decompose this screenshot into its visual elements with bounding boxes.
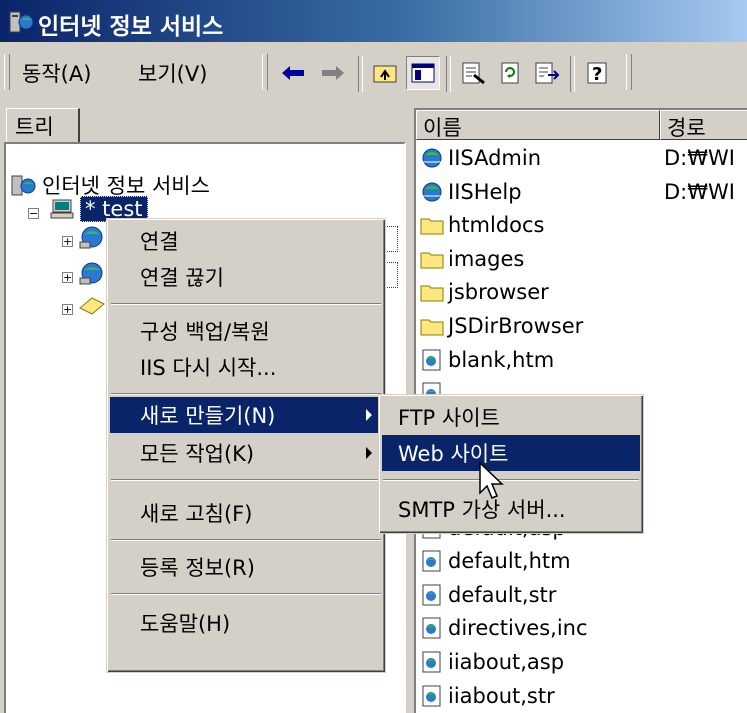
submenu-item-ftp-site[interactable]: FTP 사이트 — [382, 399, 640, 435]
submenu-arrow-icon — [366, 447, 372, 459]
toolbar-grip — [4, 54, 10, 90]
toolbar-separator — [570, 56, 575, 92]
menu-item-refresh[interactable]: 새로 고침(F) — [110, 495, 382, 531]
list-item-name: IISHelp — [448, 179, 522, 204]
export-list-icon[interactable] — [530, 56, 564, 90]
web-file-icon — [422, 550, 441, 572]
toolbar-separator — [358, 56, 363, 92]
expand-toggle[interactable]: + — [62, 304, 73, 315]
list-item-name: blank,htm — [448, 347, 555, 372]
refresh-icon[interactable] — [494, 56, 528, 90]
show-tree-icon[interactable] — [406, 56, 440, 90]
menu-separator — [111, 393, 381, 395]
menu-item-backup-restore[interactable]: 구성 백업/복원 — [110, 313, 382, 349]
list-item-name: JSDirBrowser — [448, 314, 584, 338]
computer-icon — [50, 199, 74, 219]
title-bar: 인터넷 정보 서비스 — [0, 0, 747, 42]
window-title: 인터넷 정보 서비스 — [38, 14, 224, 40]
list-item-name: default,htm — [448, 549, 571, 574]
menu-item-new-label: 새로 만들기(N) — [140, 404, 276, 428]
mouse-cursor-icon — [479, 461, 504, 499]
menu-separator — [111, 479, 381, 481]
menu-item-help[interactable]: 도움말(H) — [110, 605, 382, 641]
submenu-new: FTP 사이트 Web 사이트 SMTP 가상 서버... — [378, 394, 644, 534]
menu-item-restart-iis[interactable]: IIS 다시 시작... — [110, 349, 382, 385]
menu-item-disconnect[interactable]: 연결 끊기 — [110, 259, 382, 295]
up-folder-icon[interactable] — [368, 56, 402, 90]
list-item[interactable]: iiabout,asp — [420, 646, 564, 678]
list-item[interactable]: jsbrowser — [420, 276, 549, 308]
toolbar-grip — [262, 54, 268, 90]
tab-tree[interactable]: 트리 — [6, 108, 80, 144]
menu-separator — [383, 479, 639, 481]
iis-window: 인터넷 정보 서비스 동작(A) 보기(V) ? 트리 인터넷 정보 서비스 −… — [0, 0, 747, 713]
menu-separator — [111, 593, 381, 595]
list-item-path: D:₩WI — [664, 179, 735, 204]
list-item-name: jsbrowser — [448, 280, 549, 305]
menu-action[interactable]: 동작(A) — [22, 58, 91, 88]
list-item[interactable]: iiabout,str — [420, 680, 555, 712]
menu-separator — [111, 539, 381, 541]
web-site-globe-icon[interactable] — [78, 260, 106, 286]
menu-view[interactable]: 보기(V) — [138, 58, 207, 88]
folder-icon — [420, 285, 444, 302]
list-item-name: IISAdmin — [448, 146, 542, 170]
list-item[interactable]: IISAdmin D:₩WI — [420, 142, 735, 174]
col-header-name[interactable]: 이름 — [416, 110, 660, 140]
folder-icon — [420, 218, 444, 235]
menu-item-properties[interactable]: 등록 정보(R) — [110, 549, 382, 585]
list-item[interactable]: htmldocs — [420, 209, 545, 241]
list-item-name: directives,inc — [448, 616, 588, 641]
context-menu: 연결 연결 끊기 구성 백업/복원 IIS 다시 시작... 새로 만들기(N)… — [106, 218, 386, 673]
toolbar-grip — [626, 54, 632, 90]
list-item[interactable]: default,htm — [420, 545, 571, 577]
list-item-name: htmldocs — [448, 213, 545, 238]
menu-item-connect[interactable]: 연결 — [110, 223, 382, 259]
smtp-envelope-icon[interactable] — [78, 294, 106, 316]
list-item-name: default,str — [448, 582, 557, 607]
back-arrow-icon[interactable] — [276, 56, 310, 90]
expand-toggle[interactable]: + — [62, 272, 73, 283]
menu-item-all-tasks-label: 모든 작업(K) — [140, 442, 255, 466]
list-item[interactable]: JSDirBrowser — [420, 310, 583, 342]
svg-text:?: ? — [592, 64, 602, 85]
submenu-arrow-icon — [366, 409, 372, 421]
submenu-item-smtp-virtual-server[interactable]: SMTP 가상 서버... — [382, 491, 640, 527]
web-file-icon — [422, 584, 441, 606]
forward-arrow-icon[interactable] — [316, 56, 350, 90]
menu-separator — [111, 303, 381, 305]
list-item[interactable]: default,str — [420, 579, 556, 611]
col-header-path[interactable]: 경로 — [660, 110, 747, 140]
web-file-icon — [422, 617, 441, 639]
web-app-icon — [422, 148, 442, 168]
list-item-name: iiabout,str — [448, 683, 555, 708]
web-app-icon — [422, 182, 442, 202]
web-file-icon — [422, 651, 441, 673]
properties-icon[interactable] — [456, 56, 490, 90]
iis-root-icon — [11, 175, 36, 196]
web-file-icon — [422, 685, 441, 707]
submenu-item-web-site[interactable]: Web 사이트 — [382, 435, 640, 471]
list-item[interactable]: directives,inc — [420, 612, 588, 644]
toolbar: 동작(A) 보기(V) ? — [0, 48, 747, 100]
collapse-toggle[interactable]: − — [28, 208, 39, 219]
list-item[interactable]: blank,htm — [420, 344, 554, 376]
list-item[interactable]: images — [420, 243, 524, 275]
menu-item-new[interactable]: 새로 만들기(N) — [110, 397, 382, 433]
list-item-name: images — [448, 246, 525, 271]
iis-app-icon — [9, 11, 34, 33]
menu-item-all-tasks[interactable]: 모든 작업(K) — [110, 435, 382, 471]
expand-toggle[interactable]: + — [62, 236, 73, 247]
ftp-site-globe-icon[interactable] — [78, 224, 106, 250]
folder-icon — [420, 252, 444, 269]
list-item-path: D:₩WI — [664, 146, 735, 170]
list-item[interactable]: IISHelp D:₩WI — [420, 176, 735, 208]
help-icon[interactable]: ? — [582, 56, 616, 90]
list-item-name: iiabout,asp — [448, 650, 565, 674]
toolbar-separator — [446, 56, 451, 92]
folder-icon — [420, 319, 444, 336]
web-file-icon — [422, 349, 441, 371]
